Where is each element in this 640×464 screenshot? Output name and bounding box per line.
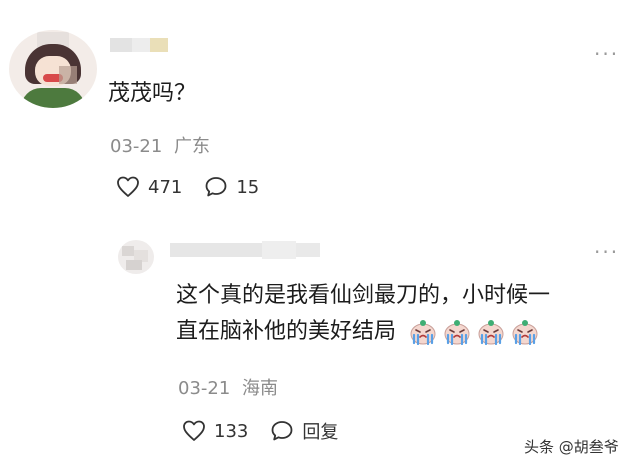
crying-face-emoji	[410, 320, 436, 345]
heart-outline-icon	[183, 420, 205, 441]
crying-face-emoji	[512, 320, 538, 345]
like-count: 133	[214, 420, 249, 442]
like-count: 471	[148, 176, 183, 198]
crying-face-emoji	[444, 320, 470, 345]
user-avatar[interactable]	[9, 30, 97, 108]
more-options-button[interactable]: ···	[594, 242, 619, 262]
comment-date: 03-21	[110, 136, 163, 157]
emoji-row	[403, 319, 539, 345]
comment-actions: 471 15	[116, 176, 281, 198]
reply-date: 03-21	[178, 378, 231, 399]
reply-label: 回复	[302, 422, 339, 443]
user-avatar[interactable]	[118, 240, 154, 274]
more-options-button[interactable]: ···	[594, 44, 619, 64]
like-button[interactable]: 133	[182, 420, 248, 442]
blurred-username[interactable]	[110, 38, 168, 52]
reply-location: 海南	[242, 378, 279, 399]
reply-actions: 133 回复	[182, 418, 360, 444]
comment-meta: 03-21 广东	[110, 132, 210, 158]
reply-text-line-2: 直在脑补他的美好结局	[176, 314, 539, 350]
watermark: 头条 @胡叁爷	[524, 438, 619, 456]
comment-text: 茂茂吗？	[108, 81, 197, 106]
crying-face-emoji	[478, 320, 504, 345]
comment-button[interactable]: 15	[204, 176, 259, 198]
reply-button[interactable]: 回复	[270, 418, 338, 444]
reply-count: 15	[236, 176, 260, 198]
like-button[interactable]: 471	[116, 176, 182, 198]
speech-bubble-icon	[271, 421, 293, 441]
comment-location: 广东	[174, 136, 211, 157]
reply-text: 直在脑补他的美好结局	[176, 319, 397, 344]
more-dots-icon: ···	[594, 240, 620, 264]
speech-bubble-icon	[205, 177, 227, 197]
heart-outline-icon	[117, 176, 139, 197]
more-dots-icon: ···	[594, 42, 620, 66]
reply-meta: 03-21 海南	[178, 374, 278, 400]
blurred-username[interactable]	[170, 241, 320, 259]
reply-text-line-1: 这个真的是我看仙剑最刀的，小时候一	[176, 283, 551, 308]
